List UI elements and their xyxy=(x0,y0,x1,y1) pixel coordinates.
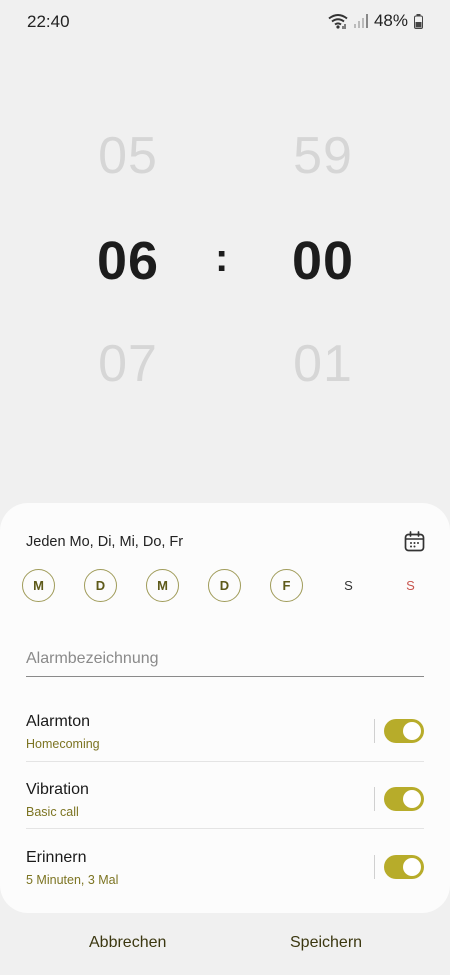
vibration-toggle[interactable] xyxy=(384,787,424,811)
erinnern-title: Erinnern xyxy=(26,849,87,866)
toggle-knob xyxy=(403,722,421,740)
hour-prev[interactable]: 05 xyxy=(58,126,198,186)
alarm-name-input[interactable] xyxy=(26,642,424,677)
minute-current[interactable]: 00 xyxy=(253,230,393,292)
alarmton-subtitle: Homecoming xyxy=(26,737,100,751)
setting-erinnern[interactable]: Erinnern 5 Minuten, 3 Mal xyxy=(26,845,424,911)
divider xyxy=(26,828,424,829)
calendar-icon[interactable] xyxy=(404,531,425,557)
day-sunday[interactable]: S xyxy=(394,569,427,602)
erinnern-toggle[interactable] xyxy=(384,855,424,879)
alarmton-toggle[interactable] xyxy=(384,719,424,743)
hour-current[interactable]: 06 xyxy=(58,230,198,292)
vibration-title: Vibration xyxy=(26,781,89,798)
alarm-settings-sheet: Jeden Mo, Di, Mi, Do, Fr M D M D F S S A… xyxy=(0,503,450,913)
erinnern-subtitle: 5 Minuten, 3 Mal xyxy=(26,873,119,887)
day-monday[interactable]: M xyxy=(22,569,55,602)
divider xyxy=(26,761,424,762)
vertical-divider xyxy=(374,787,375,811)
day-friday[interactable]: F xyxy=(270,569,303,602)
weekday-selector: M D M D F S S xyxy=(22,569,432,605)
vibration-subtitle: Basic call xyxy=(26,805,79,819)
day-thursday[interactable]: D xyxy=(208,569,241,602)
hour-next[interactable]: 07 xyxy=(58,334,198,394)
minute-next[interactable]: 01 xyxy=(253,334,393,394)
setting-alarmton[interactable]: Alarmton Homecoming xyxy=(26,709,424,775)
time-separator: : xyxy=(215,236,229,280)
minute-prev[interactable]: 59 xyxy=(253,126,393,186)
vertical-divider xyxy=(374,719,375,743)
repeat-summary: Jeden Mo, Di, Mi, Do, Fr xyxy=(26,534,184,550)
setting-vibration[interactable]: Vibration Basic call xyxy=(26,777,424,843)
day-saturday[interactable]: S xyxy=(332,569,365,602)
toggle-knob xyxy=(403,790,421,808)
vertical-divider xyxy=(374,855,375,879)
alarmton-title: Alarmton xyxy=(26,713,91,730)
save-button[interactable]: Speichern xyxy=(290,934,362,952)
day-tuesday[interactable]: D xyxy=(84,569,117,602)
toggle-knob xyxy=(403,858,421,876)
time-picker[interactable]: 05 06 07 : 59 00 01 xyxy=(0,0,450,500)
day-wednesday[interactable]: M xyxy=(146,569,179,602)
cancel-button[interactable]: Abbrechen xyxy=(89,934,166,952)
